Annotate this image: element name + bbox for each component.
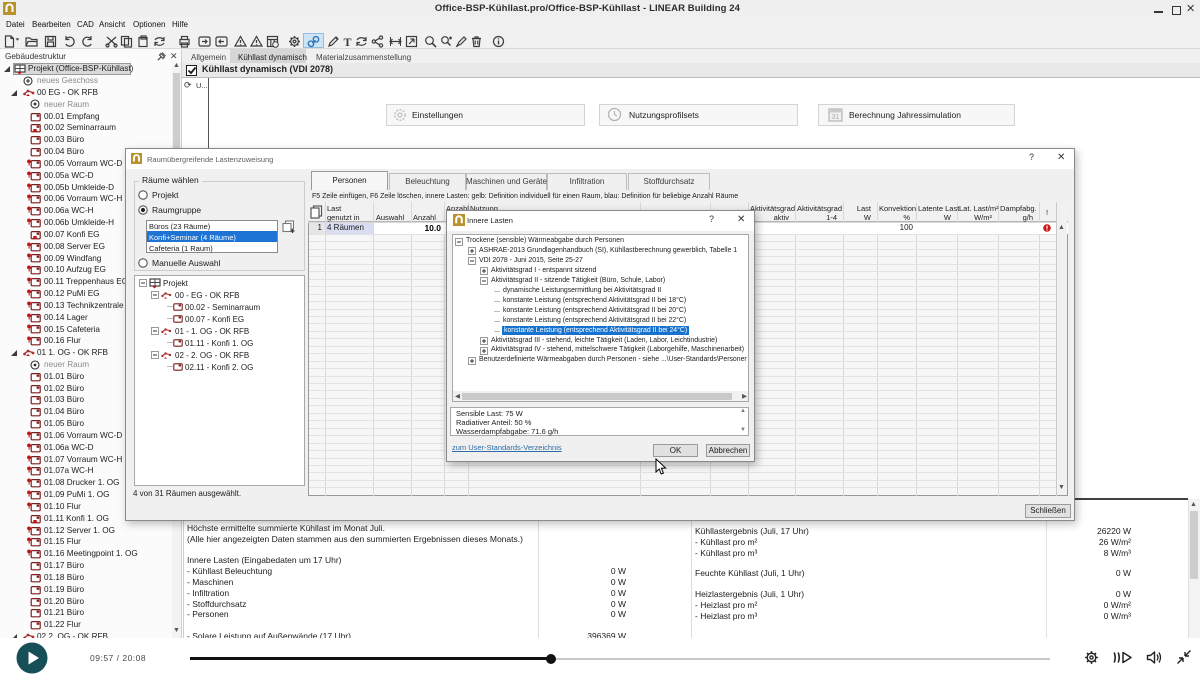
svg-text:31: 31 [832, 114, 840, 121]
svg-text:T: T [343, 35, 351, 48]
